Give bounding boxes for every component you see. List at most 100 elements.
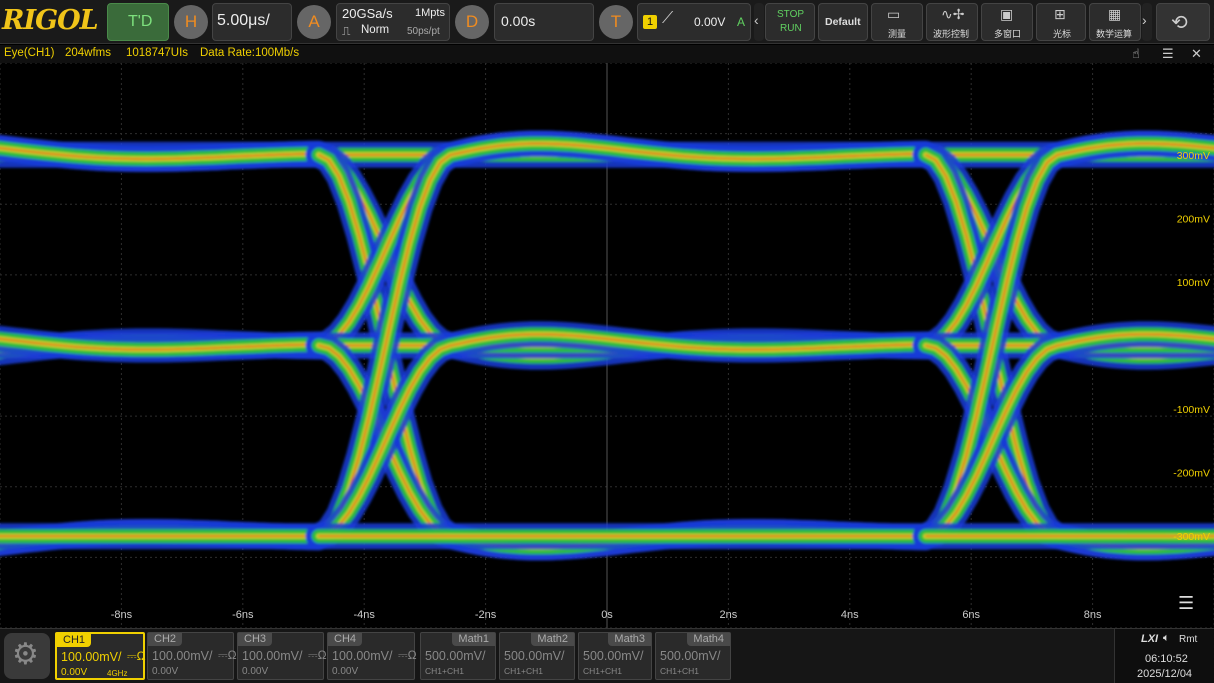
trigger-key-button[interactable]: T	[599, 5, 633, 39]
windows-icon: ▣	[1000, 6, 1014, 22]
y-tick-label: -100mV	[1173, 404, 1210, 416]
channel-bandwidth: 4GHz	[107, 669, 128, 678]
toolbar-item-label: 波形控制	[933, 29, 970, 39]
trigger-mode: A	[737, 15, 746, 29]
time-resolution: 50ps/pt	[407, 26, 440, 37]
eye-trace-segment	[0, 135, 332, 173]
channel-ch3[interactable]: CH3 100.00mV/ ⎓Ω 0.00V	[237, 632, 327, 680]
math-math3[interactable]: Math3 500.00mV/ CH1+CH1	[578, 632, 652, 680]
left-arrow-button[interactable]: ‹	[754, 3, 764, 41]
channel-label: CH3	[238, 633, 273, 646]
speaker-muted-icon[interactable]: 🔈︎	[1163, 632, 1170, 645]
delay-box[interactable]: 0.00s	[494, 3, 594, 41]
system-status: LXI 🔈︎ Rmt 06:10:52 2025/12/04	[1114, 629, 1214, 683]
settings-gear-button[interactable]: ⚙	[4, 633, 50, 679]
system-time: 06:10:52	[1145, 653, 1188, 665]
x-tick-label: 6ns	[962, 609, 980, 621]
eye-diagram: -8ns -6ns -4ns -2ns 0s 2ns 4ns 6ns 8ns 300mV 200m…	[0, 63, 1214, 628]
math-math4[interactable]: Math4 500.00mV/ CH1+CH1	[655, 632, 731, 680]
delay-key-button[interactable]: D	[455, 5, 489, 39]
default-button[interactable]: Default	[818, 3, 868, 41]
eye-trace-segment	[0, 325, 332, 363]
channel-scale: 100.00mV/	[152, 649, 213, 663]
channel-ch4[interactable]: CH4 100.00mV/ ⎓Ω 0.00V	[327, 632, 417, 680]
menu-icon[interactable]: ☰	[1162, 46, 1174, 62]
stop-run-button[interactable]: STOP RUN	[765, 3, 815, 41]
horizontal-key-button[interactable]: H	[174, 5, 208, 39]
eye-trace-segment	[0, 524, 326, 550]
gear-icon: ⚙	[12, 638, 39, 671]
trigger-delay-button[interactable]: T'D	[107, 3, 169, 41]
chevron-left-icon: ‹	[754, 12, 759, 28]
x-tick-label: 8ns	[1084, 609, 1102, 621]
ui-count: 1018747UIs	[126, 47, 189, 59]
math-scale: 500.00mV/	[504, 649, 565, 663]
y-tick-label: 300mV	[1177, 150, 1210, 162]
cursor-icon: ⊞	[1054, 6, 1066, 22]
toolbar-item-math[interactable]: ▦ 数学运算	[1089, 3, 1141, 41]
math-scale: 500.00mV/	[425, 649, 486, 663]
rising-edge-icon: ⟋	[662, 10, 674, 27]
toolbar-item-cursor[interactable]: ⊞ 光标	[1036, 3, 1086, 41]
dc-coupling-icon: ⎓Ω	[398, 648, 417, 662]
waveform-display[interactable]: -8ns -6ns -4ns -2ns 0s 2ns 4ns 6ns 8ns 300mV 200m…	[0, 63, 1214, 628]
channel-ch1[interactable]: CH1 100.00mV/ ⎓Ω 0.00V 4GHz	[55, 632, 146, 680]
y-tick-label: -200mV	[1173, 468, 1210, 480]
acquire-box[interactable]: 20GSa/s 1Mpts ⎍ Norm 50ps/pt	[336, 3, 450, 41]
eye-trace-segment	[0, 338, 320, 351]
x-axis-labels: -8ns -6ns -4ns -2ns 0s 2ns 4ns 6ns 8ns	[111, 609, 1102, 621]
memory-depth: 1Mpts	[415, 7, 445, 19]
toolbar-item-measure[interactable]: ▭ 测量	[871, 3, 923, 41]
math-label: Math4	[687, 633, 730, 646]
eye-trace-segment	[0, 147, 320, 160]
acquire-mode: Norm	[361, 24, 390, 36]
math-math1[interactable]: Math1 500.00mV/ CH1+CH1	[420, 632, 496, 680]
collapse-menu-icon[interactable]: ☰	[1178, 593, 1194, 614]
touch-icon[interactable]: ☝	[1132, 46, 1140, 62]
rigol-logo: RIGOL	[2, 5, 99, 36]
horizontal-scale-value: 5.00μs/	[217, 12, 270, 29]
ruler-icon: ▭	[887, 6, 901, 22]
run-label: RUN	[780, 23, 802, 34]
channel-scale: 100.00mV/	[242, 649, 303, 663]
toolbar-item-label: 多窗口	[994, 29, 1022, 39]
acquire-mode-icon: ⎍	[342, 24, 351, 38]
eye-trace-segment	[0, 529, 322, 546]
math-source: CH1+CH1	[583, 666, 622, 676]
trigger-delay-label: T'D	[128, 13, 153, 30]
channel-bar: ⚙ CH1 100.00mV/ ⎓Ω 0.00V 4GHz CH2 100.00…	[0, 628, 1214, 683]
eye-trace-segment	[0, 145, 322, 162]
waveform-count: 204wfms	[65, 47, 112, 59]
channel-ch2[interactable]: CH2 100.00mV/ ⎓Ω 0.00V	[147, 632, 237, 680]
toolbar-item-waveform-control[interactable]: ∿✢ 波形控制	[926, 3, 978, 41]
math-source: CH1+CH1	[425, 666, 464, 676]
dc-coupling-icon: ⎓Ω	[308, 648, 327, 662]
lxi-logo: LXI	[1141, 633, 1159, 645]
autoscale-button[interactable]: ⟲	[1156, 3, 1210, 41]
trigger-source-badge: 1	[643, 15, 657, 29]
top-toolbar: RIGOL T'D H 5.00μs/ A 20GSa/s 1Mpts ⎍ No…	[0, 0, 1214, 44]
close-icon[interactable]: ✕	[1191, 46, 1202, 62]
eye-trace-segment	[0, 331, 326, 357]
system-date: 2025/12/04	[1137, 668, 1193, 680]
trigger-box[interactable]: 1 ⟋ 0.00V A	[637, 3, 751, 41]
y-tick-label: 200mV	[1177, 213, 1210, 225]
x-tick-label: 2ns	[720, 609, 738, 621]
math-source: CH1+CH1	[504, 666, 543, 676]
math-label: Math3	[608, 633, 651, 646]
x-tick-label: 4ns	[841, 609, 859, 621]
math-label: Math1	[452, 633, 495, 646]
channel-scale: 100.00mV/	[61, 650, 122, 664]
eye-status-bar: Eye(CH1) 204wfms 1018747UIs Data Rate:10…	[0, 45, 1214, 63]
acquire-key-button[interactable]: A	[297, 5, 331, 39]
right-arrow-button[interactable]: ›	[1142, 3, 1152, 41]
channel-offset: 0.00V	[61, 667, 88, 678]
x-tick-label: -8ns	[111, 609, 133, 621]
horizontal-scale-box[interactable]: 5.00μs/	[212, 3, 292, 41]
channel-offset: 0.00V	[152, 666, 179, 677]
toolbar-item-multi-window[interactable]: ▣ 多窗口	[981, 3, 1033, 41]
x-tick-label: -4ns	[353, 609, 375, 621]
dc-coupling-icon: ⎓Ω	[218, 648, 237, 662]
channel-scale: 100.00mV/	[332, 649, 393, 663]
math-math2[interactable]: Math2 500.00mV/ CH1+CH1	[499, 632, 575, 680]
